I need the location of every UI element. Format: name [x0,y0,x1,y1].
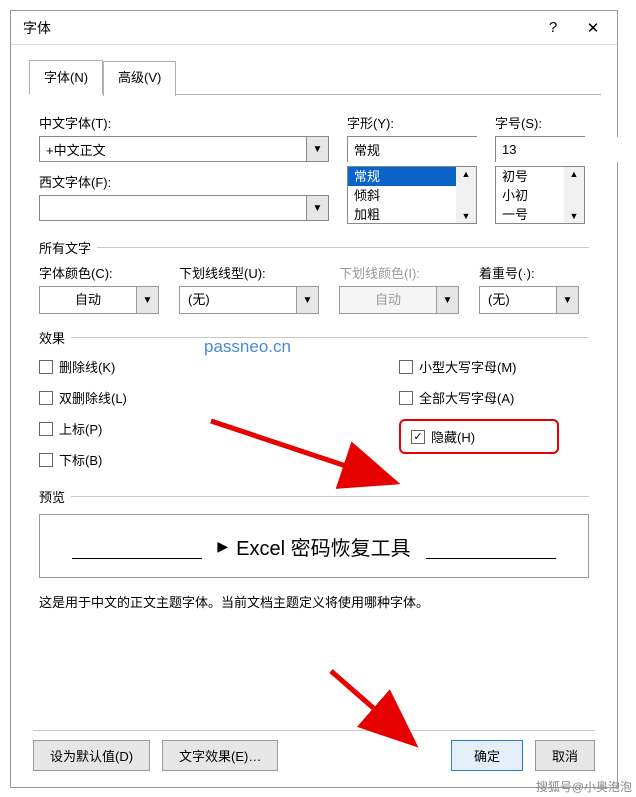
chevron-down-icon[interactable]: ▼ [306,196,328,220]
ok-button[interactable]: 确定 [451,740,523,771]
smallcaps-checkbox[interactable]: 小型大写字母(M) [399,357,559,376]
effects-section: 效果 [39,328,589,347]
credit-text: 搜狐号@小奥泡泡 [536,778,632,795]
list-item[interactable]: 加粗 [348,205,456,223]
chevron-down-icon[interactable]: ▼ [556,287,578,313]
list-item[interactable]: 初号 [496,167,564,186]
cn-font-combo[interactable]: ▼ [39,136,329,162]
titlebar: 字体 ? ✕ [11,11,617,45]
set-default-button[interactable]: 设为默认值(D) [33,740,150,771]
chevron-down-icon: ▼ [436,287,458,313]
font-color-select[interactable]: 自动 ▼ [39,286,159,314]
underline-select[interactable]: (无) ▼ [179,286,319,314]
watermark-text: passneo.cn [204,337,291,357]
cn-font-input[interactable] [40,137,306,161]
preview-text: Excel 密码恢复工具 [236,532,410,561]
size-label: 字号(S): [495,113,585,132]
scrollbar[interactable]: ▲▼ [456,167,476,223]
style-combo[interactable] [347,136,477,162]
close-button[interactable]: ✕ [573,13,613,43]
tab-advanced[interactable]: 高级(V) [103,61,176,96]
emphasis-select[interactable]: (无) ▼ [479,286,579,314]
cancel-button[interactable]: 取消 [535,740,595,771]
chevron-down-icon[interactable]: ▼ [136,287,158,313]
description-text: 这是用于中文的正文主题字体。当前文档主题定义将使用哪种字体。 [39,592,589,611]
chevron-down-icon[interactable]: ▼ [296,287,318,313]
all-text-section: 所有文字 [39,238,589,257]
list-item[interactable]: 倾斜 [348,186,456,205]
hidden-highlight-box: 隐藏(H) [399,419,559,454]
size-combo[interactable] [495,136,585,162]
hidden-checkbox[interactable]: 隐藏(H) [411,427,547,446]
preview-section: 预览 [39,487,589,506]
style-listbox[interactable]: 常规 倾斜 加粗 ▲▼ [347,166,477,224]
help-button[interactable]: ? [533,13,573,43]
underline-label: 下划线线型(U): [179,263,319,282]
strike-checkbox[interactable]: 删除线(K) [39,357,339,376]
chevron-down-icon[interactable]: ▼ [306,137,328,161]
underline-color-label: 下划线颜色(I): [339,263,459,282]
west-font-input[interactable] [40,196,306,220]
underline-color-select: 自动 ▼ [339,286,459,314]
size-input[interactable] [496,137,636,162]
superscript-checkbox[interactable]: 上标(P) [39,419,339,438]
font-dialog: 字体 ? ✕ 字体(N) 高级(V) 中文字体(T): ▼ 西文字体(F): ▼ [10,10,618,788]
scrollbar[interactable]: ▲▼ [564,167,584,223]
play-icon: ▶ [217,538,228,555]
allcaps-checkbox[interactable]: 全部大写字母(A) [399,388,559,407]
tab-font[interactable]: 字体(N) [29,60,103,95]
double-strike-checkbox[interactable]: 双删除线(L) [39,388,339,407]
style-label: 字形(Y): [347,113,477,132]
text-effects-button[interactable]: 文字效果(E)… [162,740,278,771]
list-item[interactable]: 常规 [348,167,456,186]
font-color-label: 字体颜色(C): [39,263,159,282]
dialog-footer: 设为默认值(D) 文字效果(E)… 确定 取消 [11,740,617,771]
size-listbox[interactable]: 初号 小初 一号 ▲▼ [495,166,585,224]
cn-font-label: 中文字体(T): [39,113,329,132]
list-item[interactable]: 小初 [496,186,564,205]
west-font-label: 西文字体(F): [39,172,329,191]
subscript-checkbox[interactable]: 下标(B) [39,450,339,469]
emphasis-label: 着重号(·): [479,263,579,282]
list-item[interactable]: 一号 [496,205,564,223]
tab-strip: 字体(N) 高级(V) [29,59,601,95]
preview-box: ▶ Excel 密码恢复工具 [39,514,589,578]
west-font-combo[interactable]: ▼ [39,195,329,221]
dialog-title: 字体 [23,18,533,38]
